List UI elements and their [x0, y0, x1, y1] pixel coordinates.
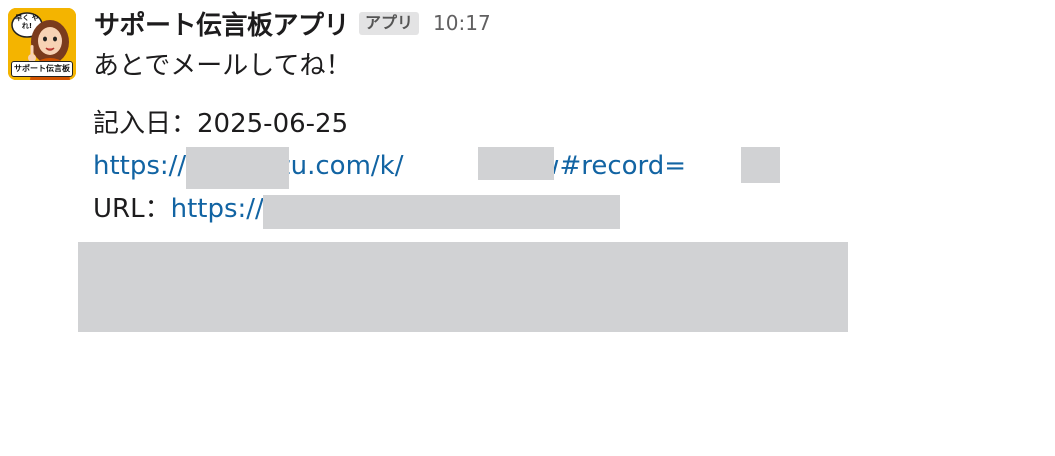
url-link[interactable]: https://: [171, 194, 264, 224]
entry-date-value: 2025-06-25: [197, 109, 349, 139]
redaction-block: [78, 242, 848, 332]
redaction-block: [186, 147, 289, 189]
app-badge: アプリ: [359, 11, 420, 35]
chat-message: 早く やれ! サポート伝言板 サポート伝言板アプリ アプリ 10:17 あとでメ…: [0, 0, 1055, 456]
redaction-block: [741, 147, 780, 183]
sender-name[interactable]: サポート伝言板アプリ: [94, 5, 350, 42]
message-body-text: あとでメールしてね！: [93, 51, 352, 81]
entry-date-label: 記入日：: [93, 109, 198, 139]
url-line: URL：https://: [93, 192, 264, 226]
url-label: URL：: [93, 194, 171, 224]
redaction-block: [263, 195, 620, 229]
avatar-speech-bubble-text: 早く やれ!: [15, 14, 39, 30]
record-link-part-1: https://r: [93, 151, 197, 181]
record-link-line: https://r cybozu.com/k//show#record=: [93, 149, 686, 183]
app-avatar[interactable]: 早く やれ! サポート伝言板: [8, 8, 76, 80]
message-header: サポート伝言板アプリ アプリ 10:17: [94, 5, 491, 42]
entry-date-line: 記入日：2025-06-25: [93, 107, 348, 141]
avatar-label: サポート伝言板: [11, 61, 73, 77]
record-link[interactable]: https://r cybozu.com/k//show#record=: [93, 151, 686, 181]
redaction-block: [478, 147, 554, 180]
timestamp[interactable]: 10:17: [433, 11, 491, 35]
